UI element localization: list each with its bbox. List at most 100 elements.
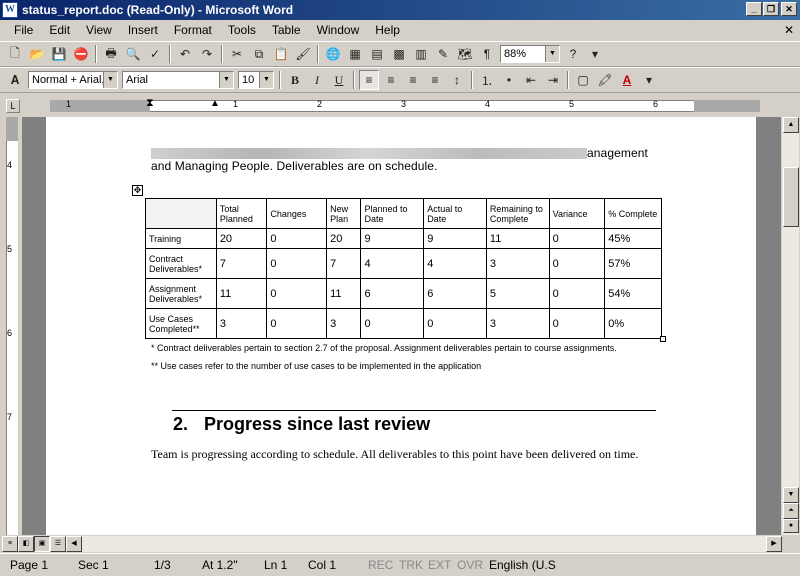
style-select[interactable]: Normal + Arial, ▼ <box>28 71 118 89</box>
help-icon[interactable]: ? <box>563 44 583 64</box>
document-map-icon[interactable]: 🗺 <box>455 44 475 64</box>
align-left-icon[interactable]: ≡ <box>359 70 379 90</box>
minimize-button[interactable]: _ <box>746 2 762 16</box>
highlight-icon[interactable]: 🖍 <box>595 70 615 90</box>
align-right-icon[interactable]: ≡ <box>403 70 423 90</box>
styles-formatting-icon[interactable]: 𝐀 <box>5 70 25 90</box>
table-cell: 0 <box>423 308 487 339</box>
increase-indent-icon[interactable]: ⇥ <box>543 70 563 90</box>
status-ovr[interactable]: OVR <box>457 558 483 572</box>
toolbar-separator <box>317 45 319 63</box>
table-cell: 11 <box>485 228 550 249</box>
font-select[interactable]: Arial ▼ <box>122 71 234 89</box>
status-rec[interactable]: REC <box>368 558 393 572</box>
vertical-scrollbar[interactable]: ▲ ▼ ⏶ ● <box>781 117 799 535</box>
permission-icon[interactable]: ⛔ <box>71 44 91 64</box>
horizontal-scroll-track[interactable] <box>66 536 766 552</box>
row-label: Use Cases Completed** <box>145 308 217 339</box>
underline-icon[interactable]: U <box>329 70 349 90</box>
paste-icon[interactable]: 📋 <box>271 44 291 64</box>
menu-edit[interactable]: Edit <box>41 23 78 37</box>
insert-excel-icon[interactable]: ▩ <box>389 44 409 64</box>
menu-window[interactable]: Window <box>309 23 368 37</box>
menu-file[interactable]: File <box>6 23 41 37</box>
toolbar-separator <box>353 71 355 89</box>
zoom-dropdown-icon[interactable]: ▼ <box>545 46 559 62</box>
style-dropdown-icon[interactable]: ▼ <box>103 72 117 88</box>
toolbar-options-icon[interactable]: ▾ <box>585 44 605 64</box>
zoom-select[interactable]: 88% ▼ <box>500 45 560 63</box>
heading-number: 2. <box>173 414 189 434</box>
drawing-icon[interactable]: ✎ <box>433 44 453 64</box>
save-icon[interactable]: 💾 <box>49 44 69 64</box>
browse-object-icon[interactable]: ● <box>783 519 799 533</box>
previous-page-icon[interactable]: ⏶ <box>783 503 799 519</box>
scroll-right-icon[interactable]: ▶ <box>766 536 782 552</box>
vertical-ruler-strip[interactable] <box>6 117 18 535</box>
italic-icon[interactable]: I <box>307 70 327 90</box>
table-resize-handle[interactable] <box>660 336 666 342</box>
normal-view-icon[interactable]: ≡ <box>2 536 18 552</box>
toolbar-options-icon[interactable]: ▾ <box>639 70 659 90</box>
menu-table[interactable]: Table <box>264 23 309 37</box>
line-spacing-icon[interactable]: ↕ <box>447 70 467 90</box>
font-size-dropdown-icon[interactable]: ▼ <box>259 72 273 88</box>
toolbar-separator <box>95 45 97 63</box>
print-icon[interactable]: 🖶 <box>101 44 121 64</box>
font-size-select[interactable]: 10 ▼ <box>238 71 274 89</box>
style-value: Normal + Arial, <box>32 74 105 86</box>
document-page[interactable]: anagement and Managing People. Deliverab… <box>46 117 756 535</box>
cut-icon[interactable]: ✂ <box>227 44 247 64</box>
print-preview-icon[interactable]: 🔍 <box>123 44 143 64</box>
copy-icon[interactable]: ⧉ <box>249 44 269 64</box>
hyperlink-icon[interactable]: 🌐 <box>323 44 343 64</box>
tables-borders-icon[interactable]: ▦ <box>345 44 365 64</box>
justify-icon[interactable]: ≡ <box>425 70 445 90</box>
scroll-up-icon[interactable]: ▲ <box>783 117 799 133</box>
document-area[interactable]: anagement and Managing People. Deliverab… <box>22 117 781 535</box>
redo-icon[interactable]: ↷ <box>197 44 217 64</box>
align-center-icon[interactable]: ≡ <box>381 70 401 90</box>
menu-view[interactable]: View <box>78 23 120 37</box>
print-layout-icon[interactable]: ▣ <box>34 536 50 552</box>
word-app-icon[interactable]: W <box>2 2 18 18</box>
menu-help[interactable]: Help <box>367 23 408 37</box>
numbering-icon[interactable]: ⒈ <box>477 70 497 90</box>
spelling-icon[interactable]: ✓ <box>145 44 165 64</box>
format-painter-icon[interactable]: 🖌 <box>293 44 313 64</box>
table-row: Assignment Deliverables* 11 0 11 6 6 5 0… <box>145 278 662 309</box>
table-cell: 3 <box>215 308 268 339</box>
status-trk[interactable]: TRK <box>399 558 423 572</box>
bullets-icon[interactable]: • <box>499 70 519 90</box>
vruler-number: 5 <box>7 244 13 254</box>
borders-icon[interactable]: ▢ <box>573 70 593 90</box>
undo-icon[interactable]: ↶ <box>175 44 195 64</box>
table-move-handle-icon[interactable]: ✥ <box>132 185 143 196</box>
decrease-indent-icon[interactable]: ⇤ <box>521 70 541 90</box>
new-document-icon[interactable]: 🗋 <box>5 44 25 64</box>
column-marker-icon[interactable]: ▲ <box>210 98 220 109</box>
show-hide-icon[interactable]: ¶ <box>477 44 497 64</box>
status-ext[interactable]: EXT <box>428 558 451 572</box>
left-indent-marker-icon[interactable]: ⧗ <box>146 97 154 110</box>
open-folder-icon[interactable]: 📂 <box>27 44 47 64</box>
insert-table-icon[interactable]: ▤ <box>367 44 387 64</box>
menu-insert[interactable]: Insert <box>120 23 166 37</box>
web-layout-icon[interactable]: ◧ <box>18 536 34 552</box>
close-button[interactable]: ✕ <box>781 2 797 16</box>
bold-icon[interactable]: B <box>285 70 305 90</box>
document-close-icon[interactable]: ✕ <box>784 23 794 37</box>
menu-tools[interactable]: Tools <box>220 23 264 37</box>
scroll-left-icon[interactable]: ◀ <box>66 536 82 552</box>
font-color-icon[interactable]: A <box>617 70 637 90</box>
table-cell: 0 <box>266 278 328 309</box>
scroll-down-icon[interactable]: ▼ <box>783 487 799 503</box>
vertical-scroll-thumb[interactable] <box>783 167 799 227</box>
maximize-button[interactable]: ❐ <box>763 2 779 16</box>
columns-icon[interactable]: ▥ <box>411 44 431 64</box>
standard-toolbar: 🗋 📂 💾 ⛔ 🖶 🔍 ✓ ↶ ↷ ✂ ⧉ 📋 🖌 🌐 ▦ ▤ ▩ ▥ ✎ 🗺 … <box>0 41 800 67</box>
tab-selector-icon[interactable]: L <box>6 99 20 113</box>
font-dropdown-icon[interactable]: ▼ <box>219 72 233 88</box>
menu-format[interactable]: Format <box>166 23 220 37</box>
outline-view-icon[interactable]: ☰ <box>50 536 66 552</box>
